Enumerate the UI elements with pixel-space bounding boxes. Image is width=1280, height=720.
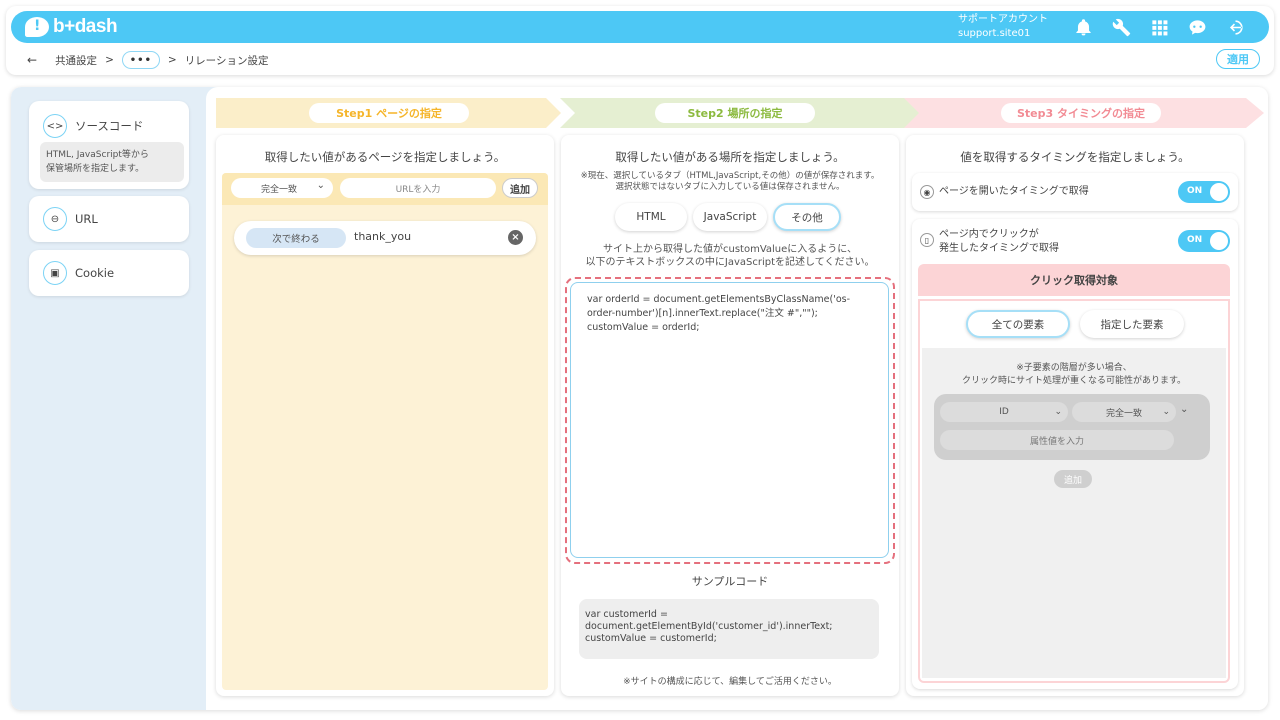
chevron-down-icon: ⌄ [1162,407,1170,417]
breadcrumb-separator: > [105,54,114,66]
tab-html[interactable]: HTML [615,203,687,231]
sample-code-box: var customerId = document.getElementById… [579,599,879,659]
footer-note: ※サイトの構成に応じて、編集してご活用ください。 [623,677,837,687]
tab-all-elements[interactable]: 全ての要素 [966,310,1070,338]
logo-icon [25,17,49,37]
sample-code-title: サンプルコード [691,575,769,588]
link-icon: ⊖ [43,207,67,231]
add-attribute-button[interactable]: 追加 [1054,470,1092,488]
step1-banner: Step1 ページの指定 [216,98,561,128]
step3-label: Step3 タイミングの指定 [1001,103,1161,123]
account-title: サポートアカウント [958,14,1048,25]
click-target-title: クリック取得対象 [918,264,1230,296]
back-arrow-icon[interactable]: ← [27,53,37,67]
breadcrumb-current: リレーション設定 [184,54,269,67]
tab-save-note: ※現在、選択しているタブ（HTML,JavaScript,その他）の値が保存され… [580,171,880,192]
wrench-icon[interactable] [1109,15,1133,39]
click-target-body: 全ての要素 指定した要素 ※子要素の階層が多い場合、 クリック時にサイト処理が重… [918,299,1230,683]
sidebar-item-label: ソースコード [75,119,144,133]
account-info[interactable]: サポートアカウント support.site01 [958,13,1048,41]
step2-panel: 取得したい値がある場所を指定しましょう。 ※現在、選択しているタブ（HTML,J… [561,135,899,696]
chevron-down-icon: ⌄ [1054,407,1062,417]
panel-title: 値を取得するタイミングを指定しましょう。 [960,150,1190,164]
top-bar: b+dash サポートアカウント support.site01 [11,11,1269,43]
bell-icon[interactable] [1071,15,1095,39]
rule-value[interactable]: thank_you [354,230,411,243]
step2-banner: Step2 場所の指定 [560,98,921,128]
attribute-select[interactable]: ID ⌄ [940,402,1068,422]
sidebar-item-label: Cookie [75,266,115,280]
attribute-condition-box: ID ⌄ 完全一致 ⌄ ⌄ 属性値を入力 [934,394,1210,460]
add-url-button[interactable]: 追加 [502,178,538,198]
step2-label: Step2 場所の指定 [655,103,815,123]
breadcrumb: ← 共通設定 > ••• > リレーション設定 [27,51,269,69]
logo-text: b+dash [53,16,118,37]
eye-icon: ◉ [920,185,934,199]
cookie-icon: ▣ [43,261,67,285]
attribute-value-input[interactable]: 属性値を入力 [940,430,1174,450]
rule-type-chip[interactable]: 次で終わる [246,228,346,248]
mouse-icon: ▯ [920,233,934,247]
code-highlight: var orderId = document.getElementsByClas… [565,277,895,564]
trigger-label: ページを開いたタイミングで取得 [939,186,1089,197]
remove-icon[interactable]: × [508,230,523,245]
chat-icon[interactable] [1185,15,1209,39]
step3-banner: Step3 タイミングの指定 [904,98,1264,128]
page-open-toggle[interactable]: ON [1178,181,1230,203]
match-type-select[interactable]: 完全一致 ⌄ [231,178,333,198]
step1-panel: 取得したい値があるページを指定しましょう。 完全一致 ⌄ URLを入力 追加 次… [216,135,554,696]
tab-specified-elements[interactable]: 指定した要素 [1080,310,1184,338]
logo[interactable]: b+dash [25,16,118,38]
sidebar-item-url[interactable]: ⊖ URL [29,196,189,242]
main-card: <> ソースコード HTML, JavaScript等から 保管場所を指定します… [11,87,1268,710]
trigger-page-open: ◉ ページを開いたタイミングで取得 ON [912,173,1238,211]
sidebar-item-source-code[interactable]: <> ソースコード HTML, JavaScript等から 保管場所を指定します… [29,101,189,189]
attribute-match-select[interactable]: 完全一致 ⌄ [1072,402,1176,422]
tab-javascript[interactable]: JavaScript [693,203,767,231]
breadcrumb-separator: > [167,54,177,66]
account-site: support.site01 [958,28,1031,39]
code-type-tabs: HTML JavaScript その他 [615,203,841,231]
expand-chevron-icon[interactable]: ⌄ [1180,404,1188,415]
code-icon: <> [43,114,67,138]
top-icons [1071,15,1247,39]
code-editor[interactable]: var orderId = document.getElementsByClas… [570,282,889,558]
logout-icon[interactable] [1223,15,1247,39]
sidebar-item-cookie[interactable]: ▣ Cookie [29,250,189,296]
chevron-down-icon: ⌄ [316,180,325,191]
breadcrumb-common-settings[interactable]: 共通設定 [55,53,97,68]
step1-label: Step1 ページの指定 [309,103,469,123]
disabled-area: ※子要素の階層が多い場合、 クリック時にサイト処理が重くなる可能性があります。 … [922,348,1226,678]
trigger-label: ページ内でクリックが 発生したタイミングで取得 [939,229,1059,254]
click-toggle[interactable]: ON [1178,230,1230,252]
breadcrumb-more-button[interactable]: ••• [121,51,160,69]
url-input[interactable]: URLを入力 [340,178,496,198]
step3-panel: 値を取得するタイミングを指定しましょう。 ◉ ページを開いたタイミングで取得 O… [906,135,1244,696]
url-rule-row: 次で終わる thank_you × [234,221,536,255]
code-instruction: サイト上から取得した値がcustomValueに入るように、 以下のテキストボッ… [585,244,875,268]
panel-title: 取得したい値があるページを指定しましょう。 [264,150,506,164]
grid-icon[interactable] [1147,15,1171,39]
sidebar-item-description: HTML, JavaScript等から 保管場所を指定します。 [40,142,184,182]
tab-other[interactable]: その他 [773,203,841,231]
panel-title: 取得したい値がある場所を指定しましょう。 [615,150,845,164]
apply-button[interactable]: 適用 [1216,49,1260,69]
sidebar-item-label: URL [75,212,98,226]
performance-note: ※子要素の階層が多い場合、 クリック時にサイト処理が重くなる可能性があります。 [961,363,1187,386]
